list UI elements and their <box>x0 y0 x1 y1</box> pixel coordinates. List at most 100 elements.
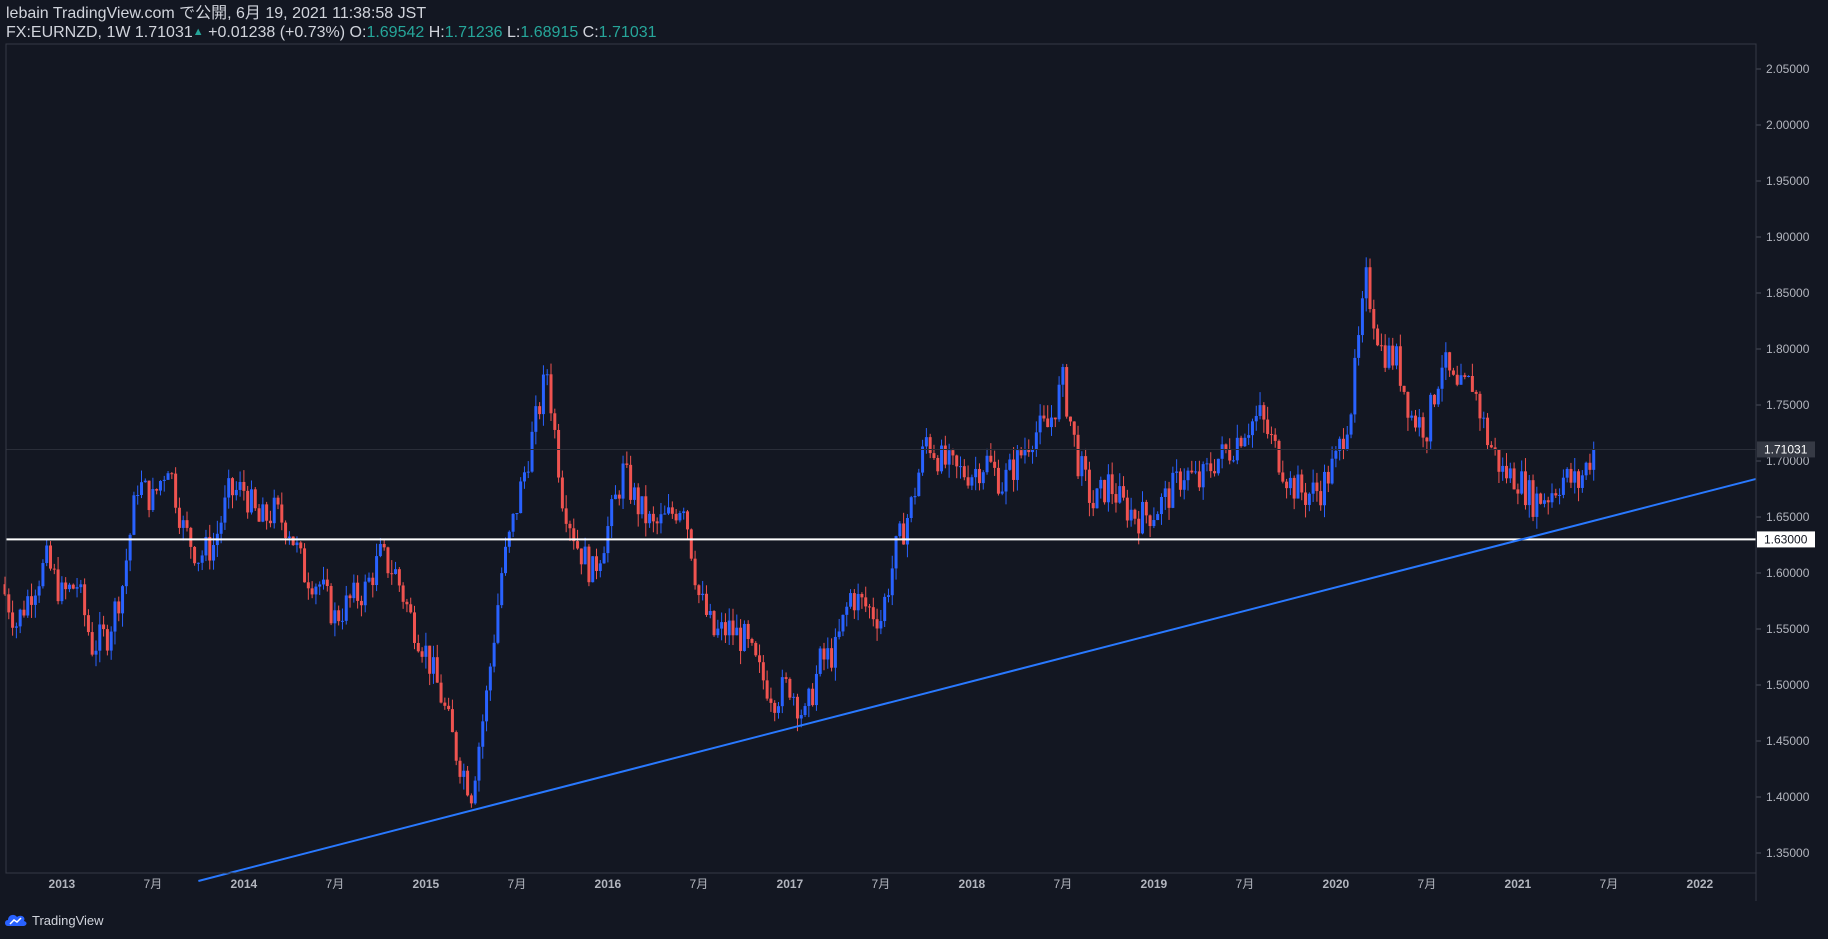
candle-body <box>428 645 432 674</box>
candle-body <box>318 584 322 587</box>
candle-body <box>431 657 435 674</box>
candle-body <box>253 489 257 509</box>
candle-body <box>807 688 811 707</box>
candle-body <box>1232 460 1236 462</box>
candle-body <box>632 487 636 500</box>
candle-body <box>682 511 686 514</box>
time-tick-label: 2018 <box>959 877 986 891</box>
time-tick-label: 7月 <box>1600 877 1619 891</box>
candle-body <box>894 536 898 569</box>
price-chart[interactable]: 1.35000 1.40000 1.45000 1.50000 1.55000 1.600… <box>0 0 1828 939</box>
candle-body <box>268 520 272 524</box>
candle-body <box>792 696 796 698</box>
candle-body <box>746 623 750 639</box>
candle-body <box>310 588 314 595</box>
plot-frame <box>5 43 1757 874</box>
candle-body <box>454 732 458 761</box>
candle-body <box>977 468 981 484</box>
candle-body <box>883 596 887 622</box>
candle-body <box>803 706 807 716</box>
candle-body <box>784 677 788 679</box>
candle-body <box>905 518 909 545</box>
candle-body <box>79 584 83 588</box>
price-axis[interactable]: 1.35000 1.40000 1.45000 1.50000 1.55000 1.600… <box>1756 62 1810 860</box>
candle-body <box>936 457 940 472</box>
candle-body <box>640 496 644 515</box>
candle-body <box>1417 417 1421 428</box>
candle-body <box>375 556 379 586</box>
candle-body <box>1285 481 1289 489</box>
candle-body <box>557 429 561 478</box>
candle-body <box>686 511 690 530</box>
candle-body <box>30 596 34 605</box>
candle-body <box>1467 375 1471 377</box>
candle-body <box>579 548 583 565</box>
candle-body <box>105 629 109 651</box>
candle-body <box>337 610 341 622</box>
candle-body <box>45 545 49 564</box>
candle-body <box>223 497 227 523</box>
candle-body <box>1148 515 1152 527</box>
last-price-tag-label: 1.71031 <box>1764 442 1808 456</box>
candle-body <box>849 593 853 607</box>
price-tick-label: 1.60000 <box>1766 566 1810 580</box>
candle-body <box>1250 421 1254 436</box>
candle-body <box>1144 501 1148 516</box>
time-axis[interactable]: 2013 7月 2014 7月 2015 7月 2016 7月 2017 7月 2018 7月 2019… <box>6 872 1756 891</box>
candle-body <box>735 627 739 636</box>
candle-body <box>754 642 758 656</box>
candle-body <box>7 594 11 613</box>
candle-body <box>541 374 545 415</box>
candle-body <box>1307 493 1311 505</box>
candle-body <box>591 556 595 583</box>
candle-body <box>1455 374 1459 385</box>
candle-body <box>1580 475 1584 488</box>
candle-body <box>75 587 79 589</box>
candle-body <box>598 563 602 571</box>
candle-body <box>1421 417 1425 438</box>
candle-body <box>1588 462 1592 470</box>
candle-body <box>1558 494 1562 496</box>
candle-body <box>875 619 879 629</box>
candle-body <box>265 504 269 521</box>
candle-body <box>1470 375 1474 392</box>
candle-body <box>113 601 117 632</box>
candle-body <box>1273 434 1277 441</box>
candle-body <box>959 466 963 468</box>
candle-body <box>704 593 708 615</box>
candle-body <box>136 495 140 497</box>
candle-body <box>219 522 223 534</box>
candle-body <box>196 562 200 564</box>
candle-body <box>435 657 439 683</box>
candle-body <box>1296 474 1300 499</box>
candle-body <box>333 610 337 624</box>
candle-body <box>249 489 253 513</box>
candle-body <box>242 481 246 491</box>
candle-body <box>140 482 144 496</box>
candle-body <box>644 496 648 524</box>
candle-body <box>1444 352 1448 368</box>
candle-body <box>64 582 68 590</box>
hline-price-tag-label: 1.63000 <box>1764 532 1808 546</box>
candle-body <box>1448 352 1452 371</box>
candle-body <box>1152 520 1156 527</box>
candle-body <box>670 507 674 514</box>
candle-body <box>788 678 792 698</box>
candle-body <box>1190 470 1194 473</box>
candle-body <box>1269 434 1273 436</box>
candle-body <box>41 563 45 587</box>
candle-body <box>1004 469 1008 492</box>
candle-body <box>1569 468 1573 483</box>
candle-body <box>458 760 462 777</box>
candle-body <box>1084 456 1088 470</box>
candle-body <box>1376 328 1380 346</box>
candle-body <box>860 593 864 598</box>
candle-body <box>280 504 284 523</box>
candle-body <box>1019 450 1023 456</box>
candle-body <box>1573 471 1577 483</box>
candle-body <box>651 513 655 522</box>
candle-body <box>833 636 837 668</box>
candle-body <box>1546 500 1550 503</box>
candle-body <box>1304 492 1308 505</box>
candle-body <box>500 573 504 606</box>
